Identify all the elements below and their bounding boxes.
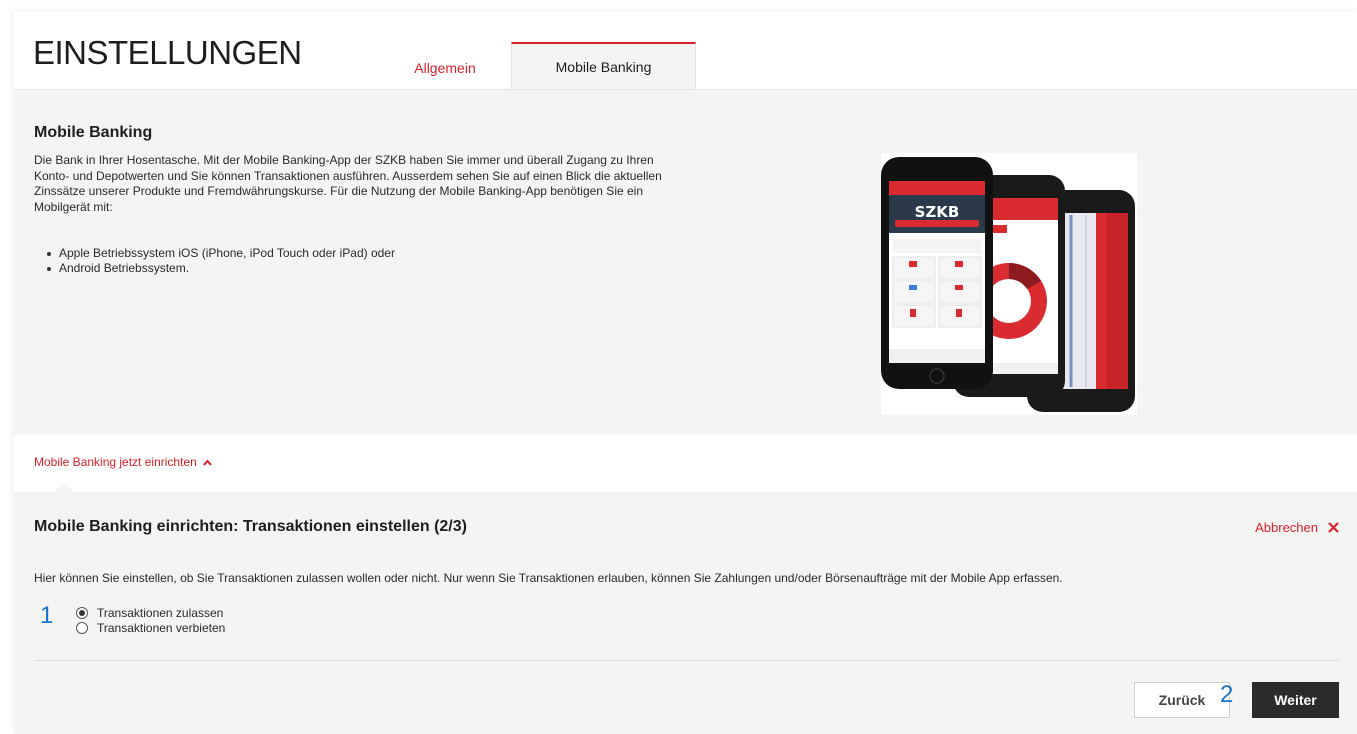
settings-page: EINSTELLUNGEN Allgemein Mobile Banking M… [14,12,1357,734]
close-icon [1328,522,1339,533]
setup-description: Hier können Sie einstellen, ob Sie Trans… [34,571,1063,585]
back-button[interactable]: Zurück [1134,682,1230,718]
phone-brand: SZKB [915,203,960,221]
radio-allow-transactions[interactable]: Transaktionen zulassen [76,605,225,620]
step-marker-2: 2 [1220,681,1234,708]
list-item: Android Betriebssystem. [47,261,395,276]
page-title: EINSTELLUNGEN [33,34,302,71]
radio-forbid-transactions[interactable]: Transaktionen verbieten [76,620,225,635]
radio-label: Transaktionen zulassen [97,605,224,620]
info-title: Mobile Banking [34,124,153,141]
panel-pointer [54,482,74,492]
cancel-label: Abbrechen [1255,520,1318,535]
chevron-up-icon [203,458,212,466]
list-item: Apple Betriebssystem iOS (iPhone, iPod T… [47,246,395,261]
tab-allgemein[interactable]: Allgemein [382,44,508,92]
list-item-label: Android Betriebssystem. [59,261,190,275]
info-description: Die Bank in Ihrer Hosentasche. Mit der M… [34,153,662,214]
bullet-icon [47,252,51,256]
cancel-button[interactable]: Abbrechen [1255,520,1339,535]
step-marker-1: 1 [40,602,54,629]
divider [34,660,1339,661]
radio-icon[interactable] [76,606,88,619]
transaction-options: Transaktionen zulassen Transaktionen ver… [76,605,225,635]
setup-title: Mobile Banking einrichten: Transaktionen… [34,518,467,535]
setup-toggle-link[interactable]: Mobile Banking jetzt einrichten [34,455,212,469]
setup-link-label: Mobile Banking jetzt einrichten [34,455,197,469]
requirements-list: Apple Betriebssystem iOS (iPhone, iPod T… [47,246,395,276]
mobile-banking-info-panel: Mobile Banking Die Bank in Ihrer Hosenta… [14,89,1357,435]
radio-icon[interactable] [76,621,88,634]
list-item-label: Apple Betriebssystem iOS (iPhone, iPod T… [59,246,395,260]
tab-mobile-banking[interactable]: Mobile Banking [511,42,696,90]
mobile-app-image: SZKB [881,153,1137,415]
next-button[interactable]: Weiter [1252,682,1339,718]
radio-label: Transaktionen verbieten [97,620,226,635]
page-header: EINSTELLUNGEN Allgemein Mobile Banking [14,12,1357,90]
setup-panel: Mobile Banking einrichten: Transaktionen… [14,492,1357,734]
phones-illustration: SZKB [881,157,1135,412]
bullet-icon [47,267,51,271]
